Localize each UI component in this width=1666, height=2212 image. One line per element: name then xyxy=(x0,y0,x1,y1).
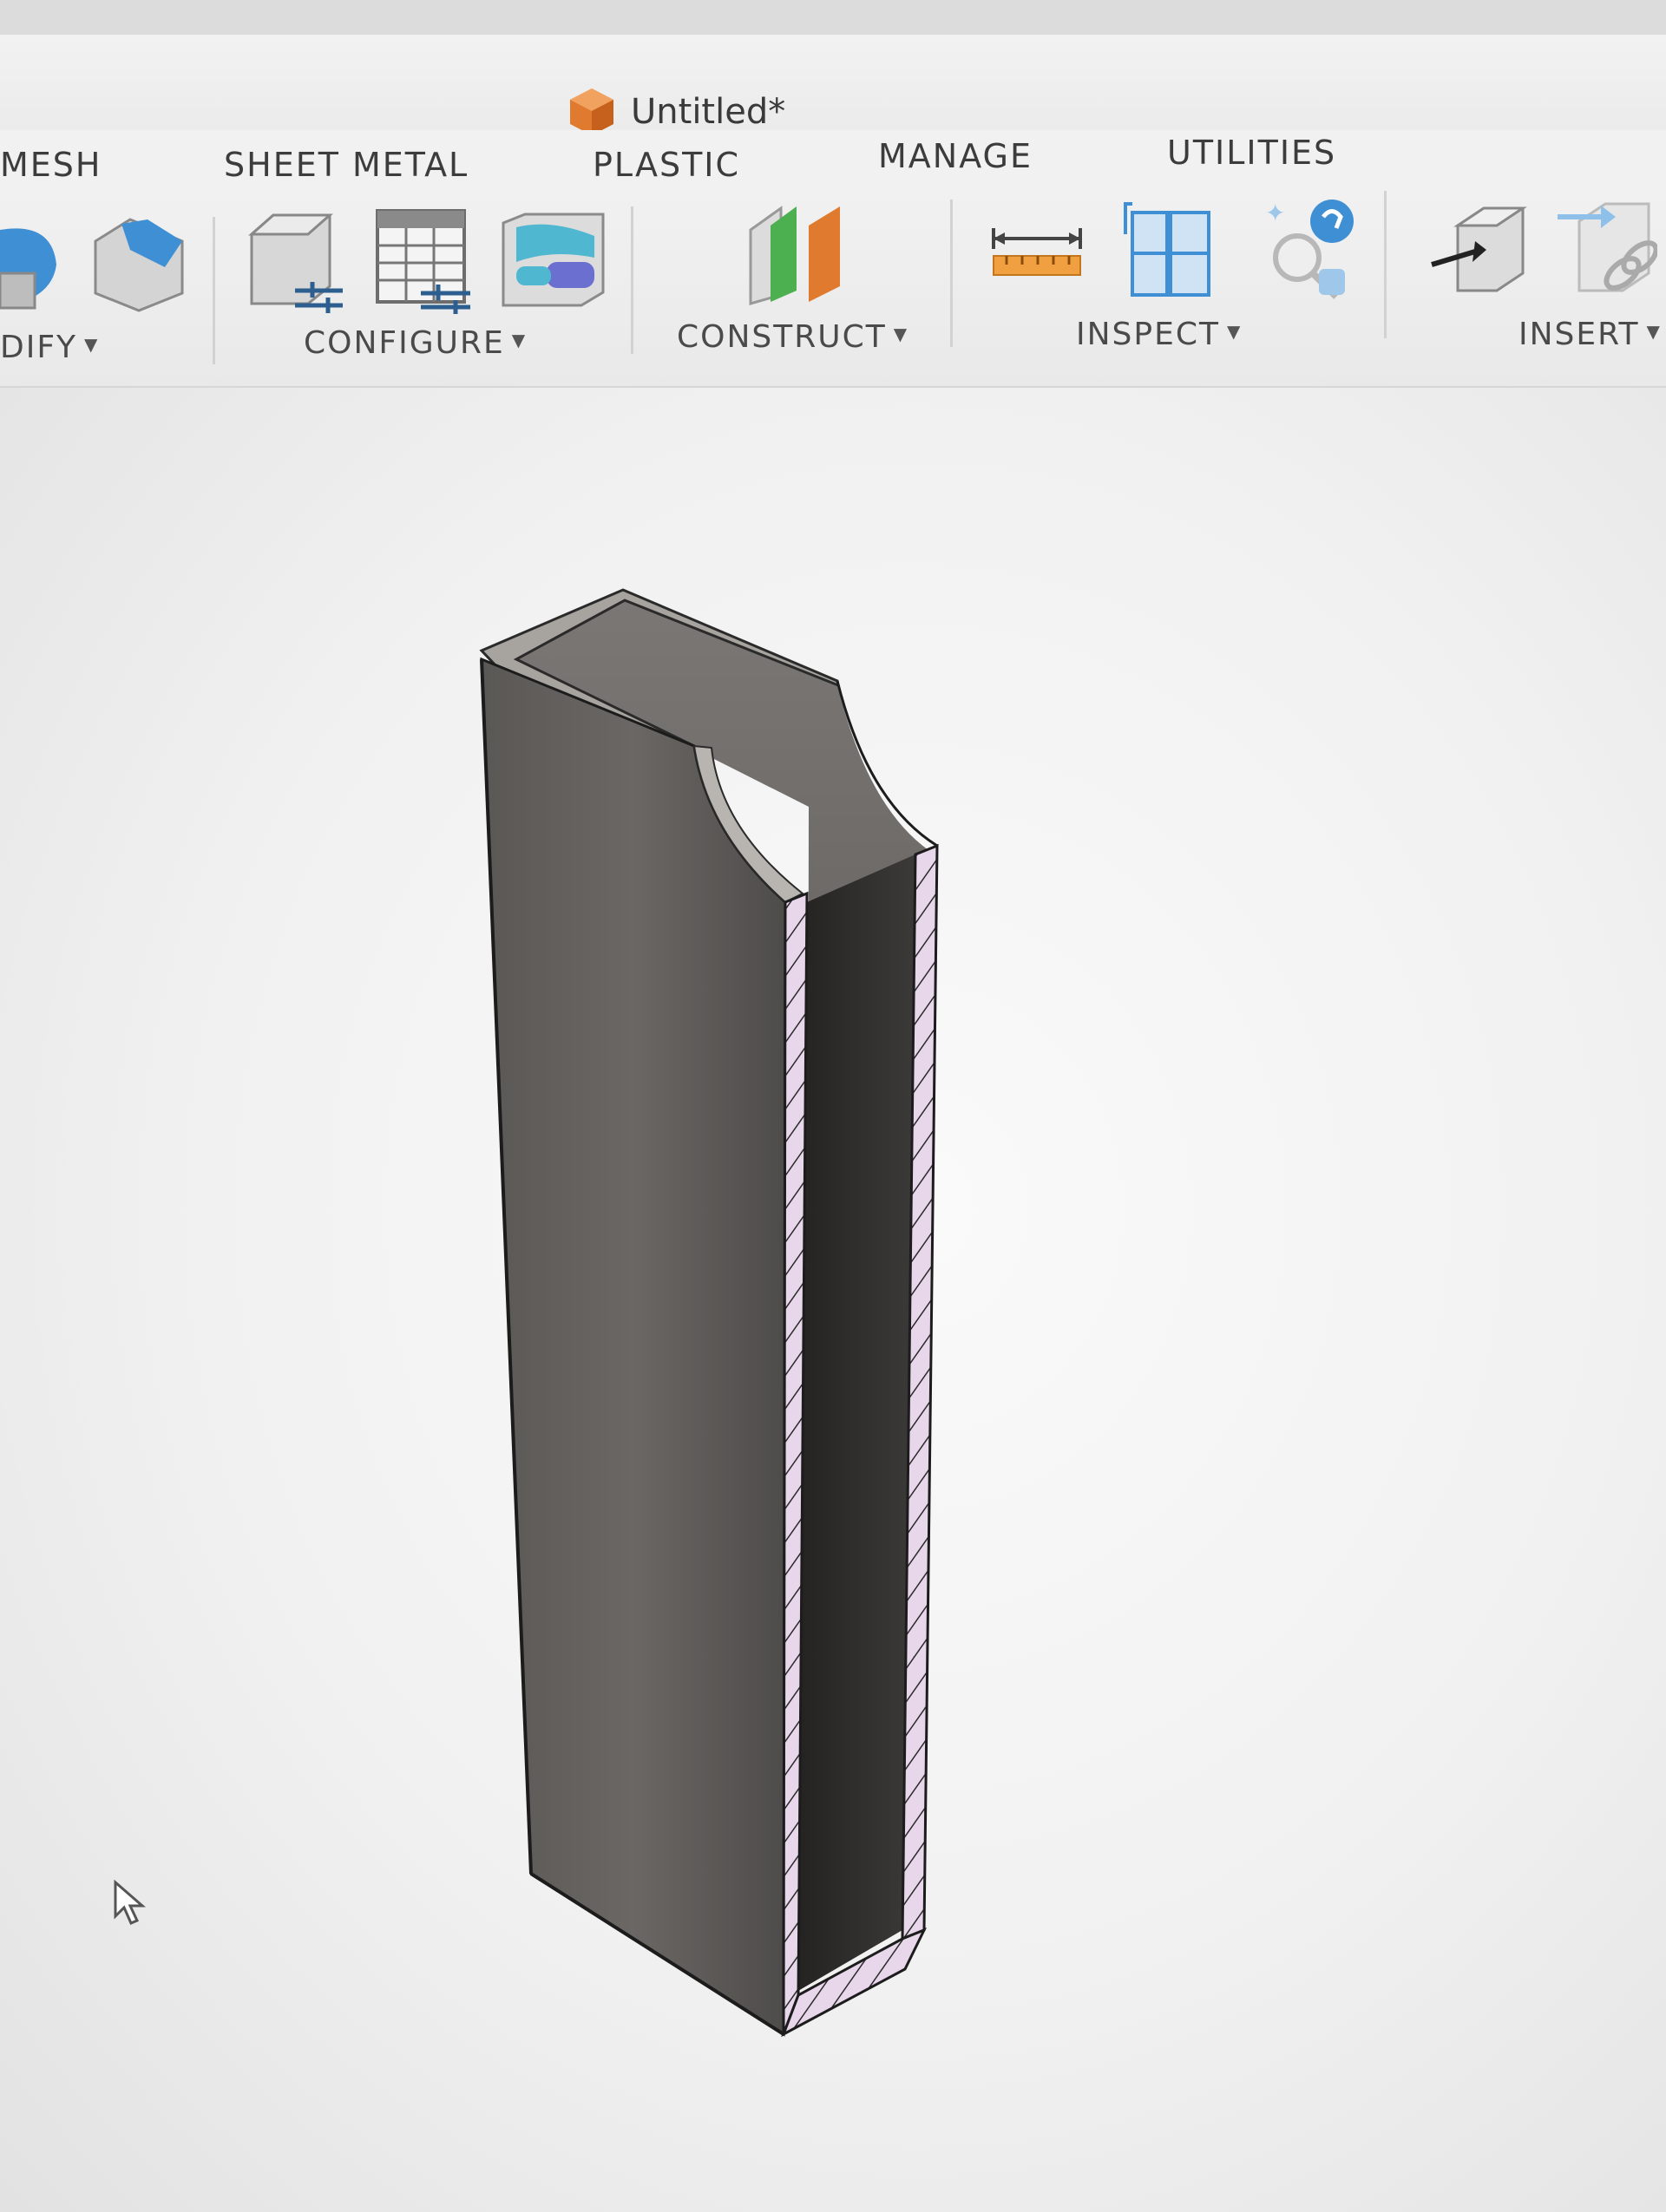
theme-icon[interactable] xyxy=(499,210,607,310)
ribbon-separator xyxy=(213,217,215,364)
fillet-icon[interactable] xyxy=(87,215,187,315)
insert-link-icon[interactable] xyxy=(1553,195,1657,304)
tab-utilities[interactable]: UTILITIES xyxy=(1167,134,1336,172)
insert-derive-icon[interactable] xyxy=(1427,200,1527,304)
ribbon-toolbar: DIFY ▼ CONFIGURE ▼ CONSTRUCT ▼ ✦ INSPECT… xyxy=(0,191,1666,388)
sectioned-box-model[interactable] xyxy=(0,388,1666,2212)
ribbon-separator xyxy=(631,206,633,354)
tab-mesh[interactable]: MESH xyxy=(0,146,102,184)
group-configure-label[interactable]: CONFIGURE ▼ xyxy=(304,325,527,361)
configuration-table-icon[interactable] xyxy=(373,206,473,315)
canvas-viewport[interactable] xyxy=(0,388,1666,2212)
ribbon-separator xyxy=(1384,191,1387,338)
tab-manage[interactable]: MANAGE xyxy=(878,137,1033,175)
press-pull-icon[interactable] xyxy=(0,213,65,317)
tab-sheet-metal[interactable]: SHEET METAL xyxy=(224,146,469,184)
ribbon-separator xyxy=(950,200,953,347)
group-construct-label[interactable]: CONSTRUCT ▼ xyxy=(677,319,908,355)
title-bar: Untitled* xyxy=(0,0,1666,135)
group-inspect-label[interactable]: INSPECT ▼ xyxy=(1076,317,1242,352)
document-name: Untitled* xyxy=(631,92,786,132)
interference-icon[interactable]: ✦ xyxy=(1250,195,1358,304)
measure-icon[interactable] xyxy=(989,221,1085,282)
svg-text:✦: ✦ xyxy=(1265,199,1285,227)
section-analysis-icon[interactable] xyxy=(1124,200,1215,304)
mouse-pointer-icon xyxy=(114,1880,147,1925)
tab-plastic[interactable]: PLASTIC xyxy=(593,146,740,184)
group-insert-label[interactable]: INSERT ▼ xyxy=(1518,317,1662,352)
offset-plane-icon[interactable] xyxy=(746,200,846,308)
group-modify-label[interactable]: DIFY ▼ xyxy=(0,330,99,365)
toolbar-tabs: MESH SHEET METAL PLASTIC MANAGE UTILITIE… xyxy=(0,130,1666,191)
configure-parameters-icon[interactable] xyxy=(243,208,347,317)
